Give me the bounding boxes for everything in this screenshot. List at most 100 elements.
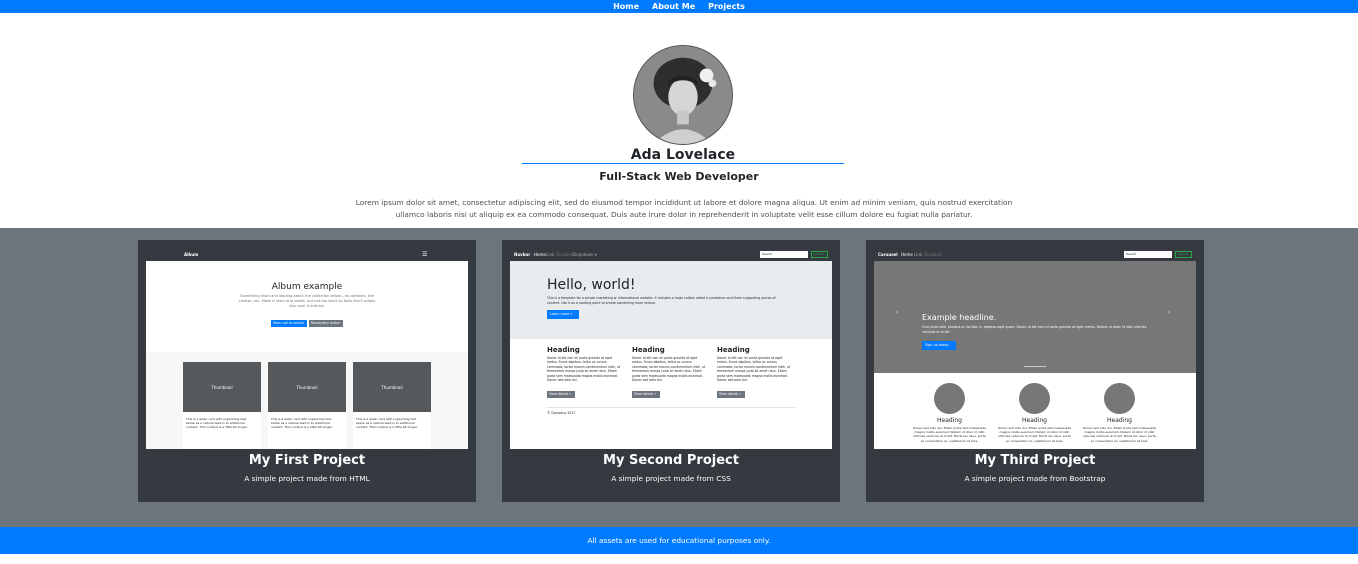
mini-col-heading: Heading xyxy=(717,346,750,354)
mini-link-home: Home xyxy=(534,252,546,257)
mini-card: Thumbnail This is a wider card with supp… xyxy=(183,362,261,449)
mini-navbar: Carousel Home Link Disabled Search Searc… xyxy=(874,248,1196,261)
project-2-title: My Second Project xyxy=(603,453,739,468)
mini-circle-image xyxy=(1019,383,1050,414)
mini-search-placeholder: Search xyxy=(762,252,773,256)
mini-col-text: Donec id elit non mi porta gravida at eg… xyxy=(632,356,705,383)
project-1-screenshot: Album ☰ Album example Something short an… xyxy=(146,248,468,449)
mini-col-btn-label: View details » xyxy=(549,392,572,396)
mini-card-text: This is a wider card with supporting tex… xyxy=(356,417,418,430)
mini-jumbotron: Hello, world! This is a template for a s… xyxy=(510,261,832,339)
mini-link: Link xyxy=(914,252,923,257)
mini-col-text: Donec sed odio dui. Etiam porta sem male… xyxy=(998,426,1072,443)
profile-bio: Lorem ipsum dolor sit amet, consectetur … xyxy=(355,198,1013,219)
mini-col-btn: View details » xyxy=(632,391,660,398)
mini-thumb: Thumbnail xyxy=(183,362,261,412)
mini-card: Thumbnail This is a wider card with supp… xyxy=(353,362,431,449)
carousel-indicators xyxy=(1024,366,1046,367)
chevron-right-icon: › xyxy=(1168,309,1171,316)
mini-hero-text: This is a template for a simple marketin… xyxy=(547,296,776,305)
profile-avatar xyxy=(633,45,733,145)
mini-col-heading: Heading xyxy=(1022,417,1047,424)
mini-col-heading: Heading xyxy=(547,346,580,354)
mini-search-btn: Search xyxy=(1175,251,1192,258)
mini-link-disabled: Disabled xyxy=(556,252,574,257)
project-3-screenshot: Carousel Home Link Disabled Search Searc… xyxy=(874,248,1196,449)
mini-search-btn-label: Search xyxy=(1178,252,1189,256)
mini-col-text: Donec id elit non mi porta gravida at eg… xyxy=(717,356,790,383)
mini-brand: Carousel xyxy=(878,252,898,257)
mini-divider xyxy=(547,407,795,408)
mini-search: Search xyxy=(1124,251,1172,258)
mini-col-text: Donec id elit non mi porta gravida at eg… xyxy=(547,356,620,383)
profile-role: Full-Stack Web Developer xyxy=(599,170,759,183)
mini-col-btn: View details » xyxy=(547,391,575,398)
mini-col-heading: Heading xyxy=(632,346,665,354)
mini-brand: Navbar xyxy=(514,252,531,257)
project-2-screenshot: Navbar Home Link Disabled Dropdown ▾ Sea… xyxy=(510,248,832,449)
mini-search: Search xyxy=(760,251,808,258)
mini-thumb-label: Thumbnail xyxy=(211,385,233,390)
project-card-2[interactable]: Navbar Home Link Disabled Dropdown ▾ Sea… xyxy=(502,240,840,502)
project-3-title: My Third Project xyxy=(974,453,1096,468)
mini-thumb-label: Thumbnail xyxy=(296,385,318,390)
nav-link-about-me[interactable]: About Me xyxy=(652,0,695,13)
mini-primary-label: Main call to action xyxy=(273,321,304,325)
mini-card-text: This is a wider card with supporting tex… xyxy=(271,417,333,430)
mini-secondary-btn: Secondary action xyxy=(309,320,343,327)
mini-navbar: Navbar Home Link Disabled Dropdown ▾ Sea… xyxy=(510,248,832,261)
mini-thumb: Thumbnail xyxy=(268,362,346,412)
mini-col-heading: Heading xyxy=(1107,417,1132,424)
mini-hero-btn: Learn more » xyxy=(547,310,579,319)
nav-link-home[interactable]: Home xyxy=(613,0,639,13)
hamburger-icon: ☰ xyxy=(422,251,428,258)
project-1-title: My First Project xyxy=(248,453,366,468)
project-card-3[interactable]: Carousel Home Link Disabled Search Searc… xyxy=(866,240,1204,502)
mini-circle-image xyxy=(1104,383,1135,414)
mini-search-placeholder: Search xyxy=(1126,252,1137,256)
project-1-description: A simple project made from HTML xyxy=(244,474,370,483)
mini-card: Thumbnail This is a wider card with supp… xyxy=(268,362,346,449)
mini-link: Link xyxy=(546,252,555,257)
mini-card-text: This is a wider card with supporting tex… xyxy=(186,417,248,430)
mini-hero-btn-label: Learn more » xyxy=(550,312,573,316)
mini-col-text: Donec sed odio dui. Etiam porta sem male… xyxy=(913,426,987,443)
mini-carousel-headline: Example headline. xyxy=(922,313,997,322)
mini-hero-heading: Hello, world! xyxy=(547,277,636,293)
chevron-left-icon: ‹ xyxy=(896,309,899,316)
mini-carousel-text: Cras justo odio, dapibus ac facilisis in… xyxy=(922,325,1147,334)
mini-primary-btn: Main call to action xyxy=(271,320,307,327)
mini-search-btn: Search xyxy=(811,251,828,258)
projects-section: Album ☰ Album example Something short an… xyxy=(0,228,1358,527)
project-2-description: A simple project made from CSS xyxy=(611,474,731,483)
mini-carousel: ‹ › Example headline. Cras justo odio, d… xyxy=(874,261,1196,373)
mini-col-btn-label: View details » xyxy=(634,392,657,396)
mini-link-dropdown: Dropdown ▾ xyxy=(573,252,597,257)
project-3-description: A simple project made from Bootstrap xyxy=(964,474,1106,483)
portrait-image xyxy=(634,46,732,144)
mini-brand: Album xyxy=(184,252,199,257)
mini-thumb: Thumbnail xyxy=(353,362,431,412)
mini-col-btn-label: View details » xyxy=(719,392,742,396)
mini-heading: Album example xyxy=(271,282,343,292)
mini-navbar: Album ☰ xyxy=(146,248,468,261)
mini-col-heading: Heading xyxy=(937,417,962,424)
mini-thumb-label: Thumbnail xyxy=(381,385,403,390)
mini-secondary-label: Secondary action xyxy=(311,321,341,325)
profile-name: Ada Lovelace xyxy=(522,147,844,164)
mini-link-home: Home xyxy=(901,252,913,257)
mini-lead: Something short and leading about the co… xyxy=(238,294,376,308)
mini-search-btn-label: Search xyxy=(814,252,825,256)
mini-col-btn: View details » xyxy=(717,391,745,398)
mini-col-text: Donec sed odio dui. Etiam porta sem male… xyxy=(1083,426,1157,443)
mini-circle-image xyxy=(934,383,965,414)
mini-footer: © Company 2017 xyxy=(547,411,576,415)
project-card-1[interactable]: Album ☰ Album example Something short an… xyxy=(138,240,476,502)
mini-carousel-btn-label: Sign up today xyxy=(925,343,949,347)
mini-carousel-btn: Sign up today xyxy=(922,341,956,350)
nav-link-projects[interactable]: Projects xyxy=(708,0,745,13)
top-navbar: Home About Me Projects xyxy=(0,0,1358,13)
page-footer: All assets are used for educational purp… xyxy=(0,527,1358,554)
mini-link-disabled: Disabled xyxy=(924,252,942,257)
mini-album: Thumbnail This is a wider card with supp… xyxy=(146,352,468,449)
